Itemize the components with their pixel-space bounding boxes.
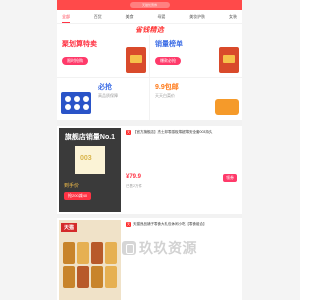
tab-general[interactable]: 百货 (94, 14, 102, 20)
promo-must-grab[interactable]: 必抢 高品质保障 (57, 78, 149, 120)
price-value: ¥79.9 (126, 174, 142, 180)
snack-bags (63, 242, 117, 288)
snack-bag (77, 242, 89, 264)
promo-subtitle: 高品质保障 (98, 93, 118, 98)
tab-food[interactable]: 美食 (126, 14, 134, 20)
watermark: 玖玖资源 (122, 238, 232, 258)
product-info: 天 天猫良品铺子零食大礼包休闲小吃【零食组合】 (123, 218, 242, 300)
ad-price-label: 到手价 (64, 183, 80, 189)
promo-juhuasuan[interactable]: 聚划算特卖 限时抢购 (57, 35, 149, 77)
tab-baby[interactable]: 母婴 (157, 14, 165, 20)
package-graphic (75, 146, 105, 174)
promo-title: 9.9包邮 (155, 84, 179, 91)
product-price: ¥79.9 (126, 174, 141, 180)
promo-button[interactable]: 限时抢购 (62, 57, 88, 65)
product-card[interactable]: 旗舰店销量No.1 到手价 抢200减40 天 【官方旗舰店】杰士邦零感极薄超薄… (57, 126, 242, 214)
tab-womens[interactable]: 女装 (229, 14, 237, 20)
sold-count: 已售2万件 (126, 184, 142, 188)
brand-badge: 天猫 (61, 223, 78, 232)
product-image (215, 99, 239, 115)
snack-bag (91, 242, 103, 264)
product-card[interactable]: 天猫 天 天猫良品铺子零食大礼包休闲小吃【零食组合】 (57, 218, 242, 300)
product-title-text: 天猫良品铺子零食大礼包休闲小吃【零食组合】 (133, 222, 207, 226)
product-image[interactable]: 天猫 (59, 220, 121, 300)
tmall-icon: 天 (126, 222, 131, 227)
product-info: 天 【官方旗舰店】杰士邦零感极薄超薄安全套003持久 ¥79.9 领券 已售2万… (123, 126, 242, 214)
coupon-pill[interactable]: 天猫优惠券 (129, 2, 170, 8)
promo-bestseller[interactable]: 销量榜单 爆款必抢 (150, 35, 242, 77)
product-title-text: 【官方旗舰店】杰士邦零感极薄超薄安全套003持久 (133, 130, 213, 134)
tab-all[interactable]: 全部 (62, 14, 70, 23)
promo-grid: 聚划算特卖 限时抢购 销量榜单 爆款必抢 必抢 高品质保障 9.9包邮 天天白菜… (57, 35, 242, 120)
promo-button[interactable]: 爆款必抢 (155, 57, 181, 65)
product-image (61, 92, 91, 114)
product-title[interactable]: 天 天猫良品铺子零食大礼包休闲小吃【零食组合】 (126, 222, 238, 227)
top-bar: 天猫优惠券 (57, 0, 242, 10)
snack-bag (77, 266, 89, 288)
ad-button: 抢200减40 (64, 192, 92, 200)
snack-bag (91, 266, 103, 288)
promo-title: 必抢 (98, 84, 112, 91)
snack-bag (63, 266, 75, 288)
page-background: 天猫优惠券 全部 百货 美食 母婴 美妆护肤 女装 省钱精选 聚划算特卖 限时抢… (0, 0, 300, 300)
watermark-text: 玖玖资源 (139, 240, 197, 256)
snack-bag (105, 266, 117, 288)
brand-logo: 省钱精选 (135, 26, 164, 34)
snack-bag (105, 242, 117, 264)
logo-row: 省钱精选 (57, 24, 242, 35)
tmall-icon: 天 (126, 130, 131, 135)
product-image (126, 47, 146, 73)
category-tabs: 全部 百货 美食 母婴 美妆护肤 女装 (57, 10, 242, 24)
snack-bag (63, 242, 75, 264)
tab-beauty[interactable]: 美妆护肤 (189, 14, 205, 20)
ad-banner-text: 旗舰店销量No.1 (64, 134, 116, 141)
product-image[interactable]: 旗舰店销量No.1 到手价 抢200减40 (59, 128, 121, 212)
product-image (219, 47, 239, 73)
product-title[interactable]: 天 【官方旗舰店】杰士邦零感极薄超薄安全套003持久 (126, 130, 238, 135)
promo-free-shipping[interactable]: 9.9包邮 天天白菜价 (150, 78, 242, 120)
watermark-logo-icon (122, 241, 136, 255)
coupon-button[interactable]: 领券 (223, 174, 237, 182)
